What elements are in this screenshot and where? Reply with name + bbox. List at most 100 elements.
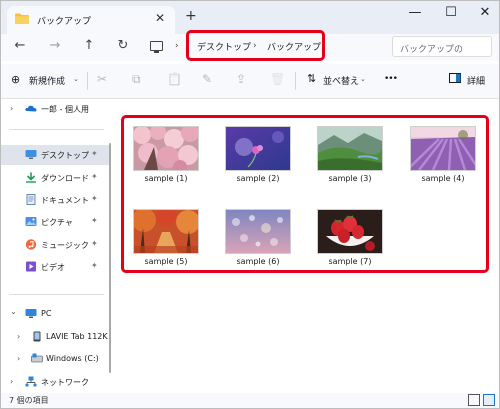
copy-icon[interactable]: ⧉ (132, 72, 141, 87)
nav-item-videos[interactable]: ビデオ ✦ (1, 257, 111, 277)
nav-item-music[interactable]: ミュージック ✦ (1, 235, 111, 255)
divider (295, 72, 296, 90)
nav-item-pictures[interactable]: ピクチャ ✦ (1, 212, 111, 232)
new-tab-button[interactable]: + (185, 8, 197, 24)
pin-icon[interactable]: ✦ (91, 149, 98, 158)
thumbnail-green-hills (317, 126, 383, 171)
up-button[interactable]: ↑ (80, 38, 98, 53)
thumbnail-strawberries (317, 209, 383, 254)
thumbnail-bokeh-lights (225, 209, 291, 254)
chevron-right-icon[interactable]: › (17, 354, 20, 363)
pin-icon[interactable]: ✦ (91, 261, 98, 270)
nav-item-label: Windows (C:) (46, 354, 99, 363)
navigation-pane: › 一郎 - 個人用 デスクトップ ✦ ダウンロード ✦ ドキュメント ✦ ピク… (1, 99, 111, 393)
search-placeholder: バックアップの (400, 45, 464, 55)
chevron-right-icon[interactable]: › (10, 104, 13, 113)
divider (9, 129, 104, 130)
tablet-icon (33, 331, 41, 342)
download-icon (26, 172, 36, 183)
minimize-button[interactable]: — (405, 5, 425, 20)
nav-item-documents[interactable]: ドキュメント ✦ (1, 190, 111, 210)
delete-icon[interactable]: 🗑 (270, 72, 285, 86)
new-button[interactable]: 新規作成 (29, 74, 65, 87)
file-explorer-window: バックアップ ✕ + — ☐ ✕ ← → ↑ ↻ › デスクトップ › バックア… (0, 0, 500, 409)
file-name: sample (1) (144, 174, 188, 183)
pin-icon[interactable]: ✦ (91, 172, 98, 181)
file-item[interactable]: sample (7) (317, 209, 383, 266)
item-count: 7 個の項目 (9, 396, 49, 405)
nav-item-lavie-tab[interactable]: › LAVIE Tab 112K (1, 327, 111, 347)
music-icon (25, 239, 37, 250)
paste-icon[interactable]: 📋 (167, 72, 182, 86)
file-item[interactable]: sample (4) (410, 126, 476, 183)
file-item[interactable]: sample (6) (225, 209, 291, 266)
refresh-button[interactable]: ↻ (114, 38, 132, 53)
file-name: sample (4) (421, 174, 465, 183)
nav-item-label: ミュージック (41, 241, 89, 250)
tab-title: バックアップ (37, 17, 92, 27)
details-button[interactable]: 詳細 (467, 74, 485, 87)
chevron-right-icon: › (175, 41, 179, 51)
nav-scrollbar[interactable] (109, 143, 111, 373)
thumbnail-purple-flower (225, 126, 291, 171)
folder-icon (15, 13, 29, 24)
file-item[interactable]: sample (1) (133, 126, 199, 183)
nav-item-network[interactable]: › ネットワーク (1, 372, 111, 392)
thumbnail-cherry-blossom (133, 126, 199, 171)
nav-item-desktop[interactable]: デスクトップ ✦ (1, 145, 111, 165)
sort-icon: ⇅ (307, 72, 317, 85)
pc-icon[interactable] (150, 41, 163, 53)
network-icon (25, 376, 37, 387)
thumbnail-autumn-trees (133, 209, 199, 254)
chevron-down-icon[interactable]: ⌄ (10, 307, 17, 316)
more-options-button[interactable]: ••• (384, 74, 398, 84)
large-icons-view-button[interactable] (483, 394, 495, 406)
file-item[interactable]: sample (2) (225, 126, 291, 183)
command-bar: ⊕ 新規作成 ⌄ ✂ ⧉ 📋 ✎ ⇪ 🗑 ⇅ 並べ替え ⌄ ••• 詳細 (1, 64, 499, 99)
sort-button[interactable]: 並べ替え (323, 74, 359, 87)
nav-item-label: ドキュメント (41, 196, 89, 205)
divider (87, 72, 88, 90)
rename-icon[interactable]: ✎ (202, 72, 212, 86)
nav-item-label: LAVIE Tab 112K (46, 332, 108, 341)
file-item[interactable]: sample (5) (133, 209, 199, 266)
details-pane-icon (449, 73, 461, 86)
thumbnail-lavender-field (410, 126, 476, 171)
cut-icon[interactable]: ✂ (97, 72, 107, 86)
status-bar: 7 個の項目 (1, 393, 499, 408)
nav-item-label: ピクチャ (41, 218, 73, 227)
details-view-button[interactable] (468, 394, 480, 406)
file-item[interactable]: sample (3) (317, 126, 383, 183)
chevron-down-icon: ⌄ (360, 75, 366, 83)
drive-icon (31, 353, 43, 363)
divider (9, 294, 104, 295)
chevron-down-icon: ⌄ (73, 75, 79, 83)
nav-item-downloads[interactable]: ダウンロード ✦ (1, 168, 111, 188)
onedrive-cloud-icon (25, 105, 37, 112)
share-icon[interactable]: ⇪ (236, 72, 246, 86)
close-window-button[interactable]: ✕ (475, 5, 495, 20)
chevron-right-icon[interactable]: › (17, 332, 20, 341)
back-button[interactable]: ← (11, 38, 29, 53)
nav-item-onedrive[interactable]: › 一郎 - 個人用 (1, 99, 111, 119)
desktop-icon (25, 150, 37, 159)
tab-backup[interactable]: バックアップ ✕ (7, 6, 175, 34)
maximize-button[interactable]: ☐ (441, 5, 461, 20)
pin-icon[interactable]: ✦ (91, 194, 98, 203)
forward-button[interactable]: → (46, 38, 64, 53)
close-tab-icon[interactable]: ✕ (155, 11, 165, 25)
file-name: sample (6) (236, 257, 280, 266)
file-name: sample (3) (328, 174, 372, 183)
pin-icon[interactable]: ✦ (91, 216, 98, 225)
pin-icon[interactable]: ✦ (91, 239, 98, 248)
nav-item-label: ビデオ (41, 263, 65, 272)
search-input[interactable]: バックアップの (392, 36, 492, 57)
nav-item-pc[interactable]: ⌄ PC (1, 304, 111, 324)
pc-monitor-icon (25, 309, 37, 318)
nav-item-label: ダウンロード (41, 174, 89, 183)
document-icon (26, 194, 36, 205)
nav-item-windows-c[interactable]: › Windows (C:) (1, 349, 111, 369)
nav-item-label: PC (41, 309, 52, 318)
chevron-right-icon[interactable]: › (10, 377, 13, 386)
address-highlight-box (186, 30, 325, 61)
